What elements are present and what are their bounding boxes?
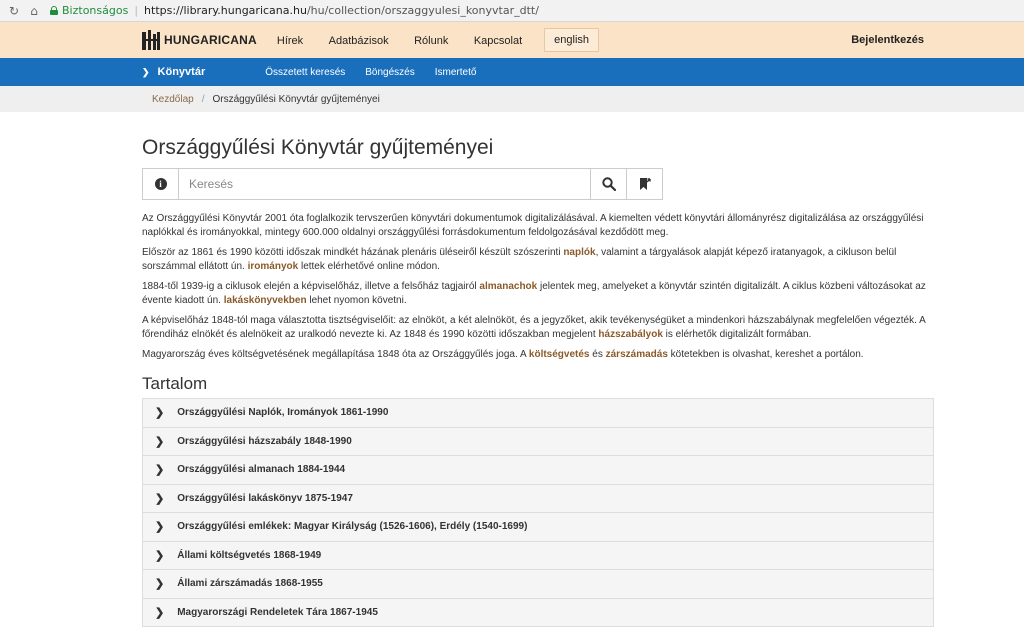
chevron-right-icon: ❯ bbox=[155, 464, 165, 477]
intro-paragraph: Az Országgyűlési Könyvtár 2001 óta fogla… bbox=[142, 213, 924, 238]
site-header: HUNGARICANA Hírek Adatbázisok Rólunk Kap… bbox=[0, 22, 1024, 58]
browser-address-bar: ↻ ⌂ Biztonságos | https://library.hungar… bbox=[0, 0, 1024, 22]
chevron-right-icon: ❯ bbox=[155, 492, 165, 505]
intro-paragraph: A képviselőház 1848-tól maga választotta… bbox=[142, 315, 926, 340]
main-content: Országgyűlési Könyvtár gyűjteményei i Az… bbox=[142, 136, 934, 627]
chevron-right-icon: ❯ bbox=[155, 606, 165, 619]
chevron-right-icon: ❯ bbox=[155, 578, 165, 591]
search-button[interactable] bbox=[590, 169, 626, 199]
list-item[interactable]: ❯ Állami költségvetés 1868-1949 bbox=[143, 541, 933, 570]
list-item[interactable]: ❯ Országgyűlési Naplók, Irományok 1861-19… bbox=[143, 399, 933, 428]
bookmark-icon bbox=[639, 178, 651, 190]
intro-paragraph: Magyarország éves költségvetésének megál… bbox=[142, 349, 864, 360]
main-nav: Hírek Adatbázisok Rólunk Kapcsolat bbox=[277, 34, 544, 47]
breadcrumb-current: Országgyűlési Könyvtár gyűjteményei bbox=[212, 93, 380, 105]
list-item[interactable]: ❯ Állami zárszámadás 1868-1955 bbox=[143, 570, 933, 599]
list-item-label: Országgyűlési emlékek: Magyar Királyság … bbox=[177, 521, 528, 533]
list-item-label: Országgyűlési almanach 1884-1944 bbox=[177, 464, 346, 476]
nav-item-hirek[interactable]: Hírek bbox=[277, 35, 303, 47]
url-path: /hu/collection/orszaggyulesi_konyvtar_dt… bbox=[306, 4, 539, 17]
lock-icon bbox=[50, 6, 58, 15]
intro-paragraph: Először az 1861 és 1990 közötti időszak … bbox=[142, 247, 897, 272]
breadcrumb-home[interactable]: Kezdőlap bbox=[152, 94, 194, 105]
sub-nav: ❯ Könyvtár Összetett keresés Böngészés Is… bbox=[0, 58, 1024, 86]
search-input[interactable] bbox=[179, 169, 590, 199]
list-item[interactable]: ❯ Magyarországi Rendeletek Tára 1867-1945 bbox=[143, 598, 933, 627]
contents-heading: Tartalom bbox=[142, 374, 208, 393]
section-library[interactable]: ❯ Könyvtár bbox=[142, 66, 205, 78]
chevron-right-icon: ❯ bbox=[155, 549, 165, 562]
home-icon[interactable]: ⌂ bbox=[26, 3, 42, 19]
chevron-right-icon: ❯ bbox=[155, 435, 165, 448]
list-item[interactable]: ❯ Országgyűlési lakáskönyv 1875-1947 bbox=[143, 484, 933, 513]
search-bar: i bbox=[142, 168, 663, 200]
nav-item-adatbazisok[interactable]: Adatbázisok bbox=[329, 35, 389, 47]
list-item-label: Országgyűlési házszabály 1848-1990 bbox=[177, 435, 352, 447]
chevron-right-icon: ❯ bbox=[155, 521, 165, 534]
info-icon: i bbox=[154, 178, 167, 190]
list-item-label: Országgyűlési lakáskönyv 1875-1947 bbox=[177, 492, 353, 504]
secure-indicator[interactable]: Biztonságos bbox=[50, 4, 128, 17]
url-field[interactable]: https://library.hungaricana.hu/hu/collec… bbox=[144, 4, 539, 17]
address-separator: | bbox=[134, 4, 139, 17]
chevron-right-icon: ❯ bbox=[155, 407, 165, 420]
list-item-label: Magyarországi Rendeletek Tára 1867-1945 bbox=[177, 606, 378, 618]
bookmark-search-button[interactable] bbox=[626, 169, 662, 199]
list-item-label: Állami zárszámadás 1868-1955 bbox=[177, 578, 323, 590]
login-link[interactable]: Bejelentkezés bbox=[851, 34, 924, 46]
list-item[interactable]: ❯ Országgyűlési házszabály 1848-1990 bbox=[143, 427, 933, 456]
info-button[interactable]: i bbox=[143, 169, 179, 199]
secure-label: Biztonságos bbox=[62, 4, 129, 17]
section-label: Könyvtár bbox=[157, 66, 206, 78]
nav-item-rolunk[interactable]: Rólunk bbox=[414, 35, 448, 47]
breadcrumb-separator: / bbox=[201, 93, 205, 105]
reload-icon[interactable]: ↻ bbox=[6, 3, 22, 19]
subnav-advanced-search[interactable]: Összetett keresés bbox=[265, 67, 345, 78]
intro-paragraph: 1884-től 1939-ig a ciklusok elején a kép… bbox=[142, 281, 926, 306]
nav-item-kapcsolat[interactable]: Kapcsolat bbox=[474, 35, 522, 47]
subnav-browse[interactable]: Böngészés bbox=[365, 67, 414, 78]
list-item-label: Állami költségvetés 1868-1949 bbox=[177, 549, 322, 561]
contents-list: ❯ Országgyűlési Naplók, Irományok 1861-19… bbox=[142, 398, 934, 627]
page-title: Országgyűlési Könyvtár gyűjteményei bbox=[142, 136, 494, 159]
list-item[interactable]: ❯ Országgyűlési almanach 1884-1944 bbox=[143, 456, 933, 485]
chevron-right-icon: ❯ bbox=[142, 67, 150, 77]
subnav-about[interactable]: Ismertető bbox=[435, 67, 477, 78]
list-item-label: Országgyűlési Naplók, Irományok 1861-199… bbox=[177, 407, 389, 419]
language-button[interactable]: english bbox=[544, 28, 600, 52]
breadcrumb: Kezdőlap / Országgyűlési Könyvtár gyűjte… bbox=[0, 86, 1024, 112]
hungaricana-logo-icon bbox=[142, 30, 160, 50]
site-logo[interactable]: HUNGARICANA bbox=[142, 30, 257, 50]
url-host: https://library.hungaricana.hu bbox=[144, 4, 307, 17]
list-item[interactable]: ❯ Országgyűlési emlékek: Magyar Királyság… bbox=[143, 513, 933, 542]
logo-text: HUNGARICANA bbox=[164, 33, 257, 47]
search-icon bbox=[601, 177, 616, 191]
